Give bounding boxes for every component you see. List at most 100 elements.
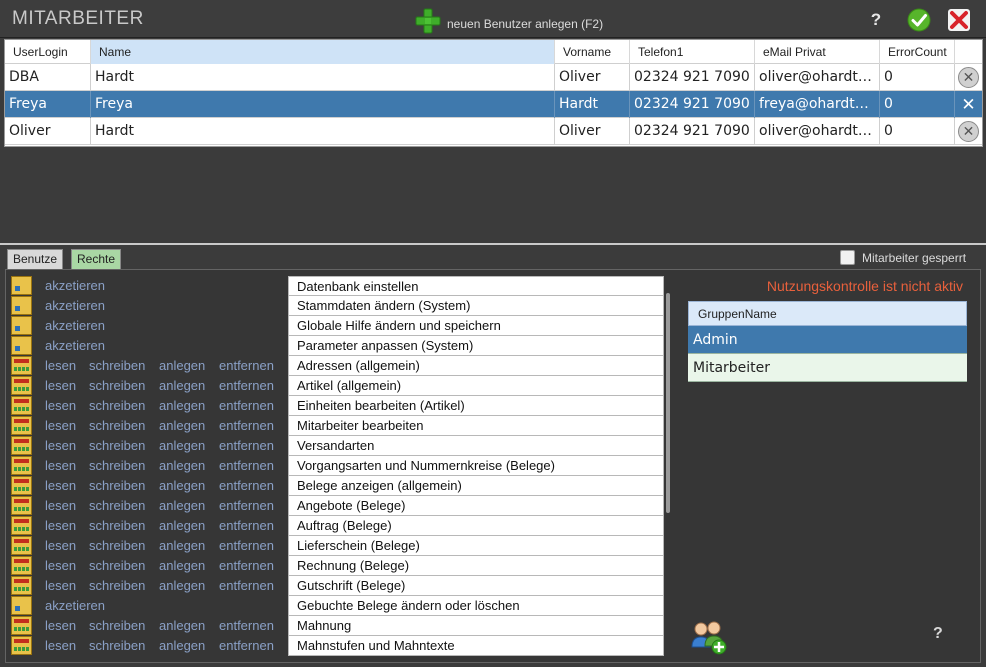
schreiben-link[interactable]: schreiben (89, 478, 145, 493)
permission-lsae-icon[interactable] (11, 396, 32, 415)
lesen-link[interactable]: lesen (45, 378, 76, 393)
anlegen-link[interactable]: anlegen (159, 538, 205, 553)
lesen-link[interactable]: lesen (45, 358, 76, 373)
permission-lsae-icon[interactable] (11, 576, 32, 595)
schreiben-link[interactable]: schreiben (89, 578, 145, 593)
permission-lsae-icon[interactable] (11, 516, 32, 535)
entfernen-link[interactable]: entfernen (219, 638, 274, 653)
tab-rechte[interactable]: Rechte (71, 249, 122, 269)
entfernen-link[interactable]: entfernen (219, 458, 274, 473)
anlegen-link[interactable]: anlegen (159, 398, 205, 413)
lesen-link[interactable]: lesen (45, 578, 76, 593)
help-icon[interactable]: ? (933, 625, 943, 643)
entfernen-link[interactable]: entfernen (219, 558, 274, 573)
delete-user-icon[interactable]: ✕ (958, 67, 979, 88)
entfernen-link[interactable]: entfernen (219, 578, 274, 593)
anlegen-link[interactable]: anlegen (159, 638, 205, 653)
column-gruppenname[interactable]: GruppenName (688, 301, 967, 326)
permission-lsae-icon[interactable] (11, 356, 32, 375)
schreiben-link[interactable]: schreiben (89, 618, 145, 633)
entfernen-link[interactable]: entfernen (219, 618, 274, 633)
table-row[interactable]: Freya Freya Hardt 02324 921 7090 freya@o… (5, 91, 982, 118)
lesen-link[interactable]: lesen (45, 438, 76, 453)
rights-scrollbar[interactable] (666, 293, 670, 513)
entfernen-link[interactable]: entfernen (219, 518, 274, 533)
permission-ja-icon[interactable] (11, 336, 32, 355)
akzeptieren-link[interactable]: akzetieren (45, 338, 105, 353)
anlegen-link[interactable]: anlegen (159, 418, 205, 433)
entfernen-link[interactable]: entfernen (219, 438, 274, 453)
entfernen-link[interactable]: entfernen (219, 418, 274, 433)
entfernen-link[interactable]: entfernen (219, 358, 274, 373)
group-row-mitarbeiter[interactable]: Mitarbeiter (688, 354, 967, 382)
table-row[interactable]: DBA Hardt Oliver 02324 921 7090 oliver@o… (5, 64, 982, 91)
locked-checkbox[interactable] (840, 250, 855, 265)
schreiben-link[interactable]: schreiben (89, 638, 145, 653)
group-row-admin[interactable]: Admin (688, 326, 967, 354)
lesen-link[interactable]: lesen (45, 478, 76, 493)
schreiben-link[interactable]: schreiben (89, 418, 145, 433)
permission-lsae-icon[interactable] (11, 436, 32, 455)
schreiben-link[interactable]: schreiben (89, 378, 145, 393)
permission-ja-icon[interactable] (11, 276, 32, 295)
column-telefon1[interactable]: Telefon1 (630, 40, 755, 64)
anlegen-link[interactable]: anlegen (159, 578, 205, 593)
add-group-icon[interactable] (690, 619, 728, 655)
help-icon[interactable]: ? (864, 8, 888, 32)
anlegen-link[interactable]: anlegen (159, 558, 205, 573)
delete-user-icon[interactable]: ✕ (958, 94, 979, 115)
tab-benutzer[interactable]: Benutze (7, 249, 64, 269)
entfernen-link[interactable]: entfernen (219, 538, 274, 553)
confirm-icon[interactable] (907, 8, 931, 32)
permission-lsae-icon[interactable] (11, 536, 32, 555)
schreiben-link[interactable]: schreiben (89, 438, 145, 453)
close-icon[interactable] (947, 8, 971, 32)
column-errorcount[interactable]: ErrorCount (880, 40, 955, 64)
lesen-link[interactable]: lesen (45, 398, 76, 413)
schreiben-link[interactable]: schreiben (89, 358, 145, 373)
akzeptieren-link[interactable]: akzetieren (45, 598, 105, 613)
akzeptieren-link[interactable]: akzetieren (45, 318, 105, 333)
permission-lsae-icon[interactable] (11, 376, 32, 395)
anlegen-link[interactable]: anlegen (159, 498, 205, 513)
permission-lsae-icon[interactable] (11, 416, 32, 435)
lesen-link[interactable]: lesen (45, 498, 76, 513)
lesen-link[interactable]: lesen (45, 518, 76, 533)
permission-lsae-icon[interactable] (11, 556, 32, 575)
table-row[interactable]: Oliver Hardt Oliver 02324 921 7090 olive… (5, 118, 982, 145)
column-name[interactable]: Name (91, 40, 555, 64)
schreiben-link[interactable]: schreiben (89, 498, 145, 513)
permission-lsae-icon[interactable] (11, 616, 32, 635)
anlegen-link[interactable]: anlegen (159, 458, 205, 473)
schreiben-link[interactable]: schreiben (89, 398, 145, 413)
permission-ja-icon[interactable] (11, 296, 32, 315)
column-vorname[interactable]: Vorname (555, 40, 630, 64)
lesen-link[interactable]: lesen (45, 638, 76, 653)
akzeptieren-link[interactable]: akzetieren (45, 298, 105, 313)
entfernen-link[interactable]: entfernen (219, 478, 274, 493)
schreiben-link[interactable]: schreiben (89, 458, 145, 473)
permission-ja-icon[interactable] (11, 316, 32, 335)
schreiben-link[interactable]: schreiben (89, 558, 145, 573)
anlegen-link[interactable]: anlegen (159, 518, 205, 533)
lesen-link[interactable]: lesen (45, 458, 76, 473)
schreiben-link[interactable]: schreiben (89, 538, 145, 553)
column-userlogin[interactable]: UserLogin (5, 40, 91, 64)
permission-lsae-icon[interactable] (11, 456, 32, 475)
splitter[interactable] (0, 243, 986, 245)
delete-user-icon[interactable]: ✕ (958, 121, 979, 142)
permission-ja-icon[interactable] (11, 596, 32, 615)
anlegen-link[interactable]: anlegen (159, 438, 205, 453)
permission-lsae-icon[interactable] (11, 476, 32, 495)
permission-lsae-icon[interactable] (11, 496, 32, 515)
anlegen-link[interactable]: anlegen (159, 358, 205, 373)
anlegen-link[interactable]: anlegen (159, 378, 205, 393)
lesen-link[interactable]: lesen (45, 538, 76, 553)
anlegen-link[interactable]: anlegen (159, 478, 205, 493)
lesen-link[interactable]: lesen (45, 618, 76, 633)
schreiben-link[interactable]: schreiben (89, 518, 145, 533)
column-email[interactable]: eMail Privat (755, 40, 880, 64)
entfernen-link[interactable]: entfernen (219, 498, 274, 513)
lesen-link[interactable]: lesen (45, 418, 76, 433)
entfernen-link[interactable]: entfernen (219, 378, 274, 393)
